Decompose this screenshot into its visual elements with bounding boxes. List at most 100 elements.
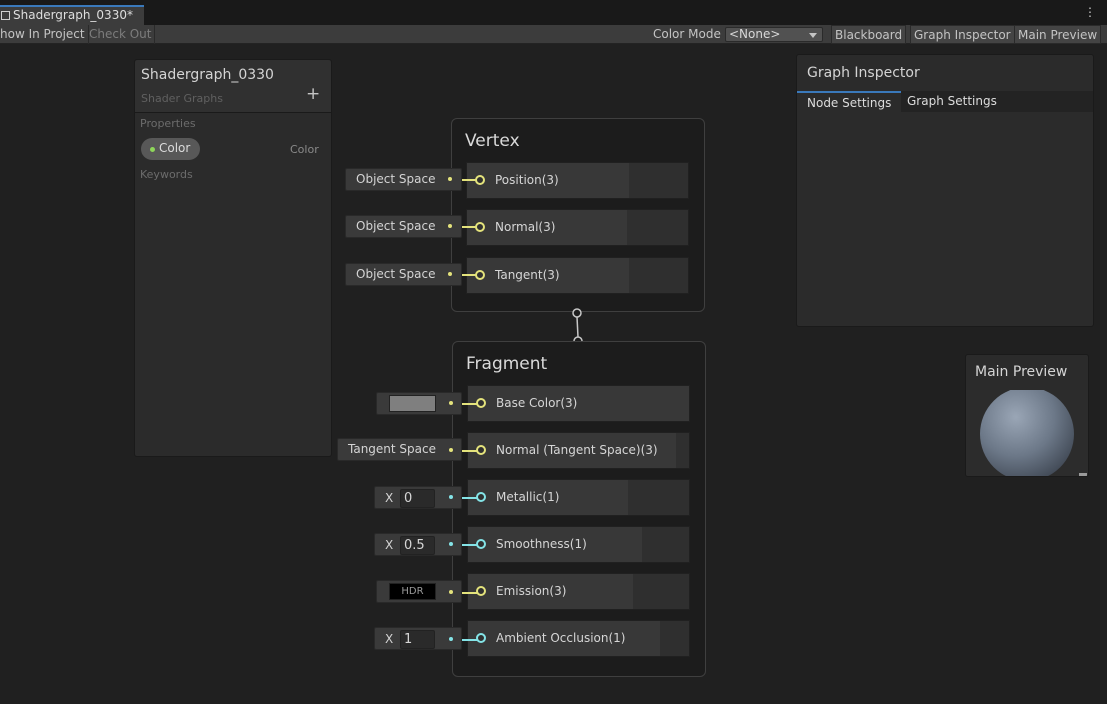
block-label: Emission(3) <box>496 584 567 598</box>
keywords-section-label: Keywords <box>140 168 193 181</box>
space-input-normal-ts[interactable]: Tangent Space <box>337 438 462 461</box>
shader-graph-icon <box>1 11 10 20</box>
block-label: Normal(3) <box>495 220 556 234</box>
block-preview-area <box>660 621 689 656</box>
metallic-value-field[interactable]: 0 <box>400 489 435 508</box>
output-dot <box>449 401 453 405</box>
graph-toolbar: how In Project Check Out Color Mode <Non… <box>0 25 1107 44</box>
connection-wire <box>462 403 477 405</box>
color-mode-value: <None> <box>729 27 781 41</box>
block-preview-area <box>627 210 688 245</box>
block-preview-area <box>628 480 689 515</box>
smoothness-value-field[interactable]: 0.5 <box>400 536 435 555</box>
x-label: X <box>385 491 394 505</box>
check-out-button[interactable]: Check Out <box>86 25 156 44</box>
connection-wire <box>462 226 476 228</box>
output-dot <box>449 542 453 546</box>
connection-wire <box>462 592 477 594</box>
color-mode-dropdown[interactable]: <None> <box>725 27 823 42</box>
blackboard-panel[interactable]: Shadergraph_0330 Shader Graphs + Propert… <box>134 59 332 457</box>
property-pill-color[interactable]: Color <box>141 138 200 160</box>
main-preview-title: Main Preview <box>975 364 1068 380</box>
main-preview-panel[interactable]: Main Preview <box>965 354 1089 477</box>
input-port[interactable] <box>476 539 486 549</box>
block-preview-area <box>629 163 688 198</box>
block-base-color[interactable]: Base Color(3) <box>467 385 690 422</box>
block-label: Position(3) <box>495 173 559 187</box>
kebab-menu-icon[interactable]: ⋮ <box>1084 6 1096 18</box>
x-label: X <box>385 632 394 646</box>
blackboard-header: Shadergraph_0330 Shader Graphs + <box>135 60 331 113</box>
tab-title: Shadergraph_0330* <box>13 8 133 22</box>
block-preview-area <box>629 258 688 293</box>
hdr-color-swatch[interactable]: HDR <box>389 583 436 600</box>
block-smoothness[interactable]: Smoothness(1) <box>467 526 690 563</box>
space-input-normal[interactable]: Object Space <box>345 215 462 238</box>
tab-shadergraph[interactable]: Shadergraph_0330* <box>0 5 144 25</box>
block-normal[interactable]: Normal(3) <box>466 209 689 246</box>
input-port[interactable] <box>475 222 485 232</box>
inspector-tab-bar: Node Settings Graph Settings <box>797 91 1093 112</box>
graph-inspector-panel[interactable]: Graph Inspector Node Settings Graph Sett… <box>796 54 1094 327</box>
connection-wire <box>462 179 476 181</box>
block-label: Smoothness(1) <box>496 537 587 551</box>
show-in-project-button[interactable]: how In Project <box>0 25 89 44</box>
add-property-button[interactable]: + <box>306 84 320 104</box>
connection-wire <box>462 639 477 641</box>
graph-inspector-toggle-button[interactable]: Graph Inspector <box>910 25 1015 44</box>
properties-section-label: Properties <box>140 117 196 130</box>
input-port[interactable] <box>475 175 485 185</box>
connection-wire <box>462 274 476 276</box>
preview-viewport[interactable] <box>966 387 1088 476</box>
block-label: Base Color(3) <box>496 396 578 410</box>
input-port[interactable] <box>476 398 486 408</box>
block-preview-area <box>642 527 689 562</box>
connection-wire <box>462 450 477 452</box>
main-preview-toggle-button[interactable]: Main Preview <box>1014 25 1102 44</box>
blackboard-subtitle[interactable]: Shader Graphs <box>141 92 223 105</box>
block-emission[interactable]: Emission(3) <box>467 573 690 610</box>
tab-node-settings[interactable]: Node Settings <box>797 91 902 112</box>
input-port[interactable] <box>476 633 486 643</box>
output-dot <box>449 590 453 594</box>
input-port[interactable] <box>476 586 486 596</box>
output-dot <box>448 272 452 276</box>
output-dot <box>448 224 452 228</box>
tab-graph-settings[interactable]: Graph Settings <box>897 91 1007 112</box>
ambient-occlusion-value-field[interactable]: 1 <box>400 630 435 649</box>
block-normal-tangent-space[interactable]: Normal (Tangent Space)(3) <box>467 432 690 469</box>
input-port[interactable] <box>475 270 485 280</box>
blackboard-toggle-button[interactable]: Blackboard <box>831 25 907 44</box>
property-type: Color <box>290 143 319 156</box>
exposed-dot-icon <box>150 147 155 152</box>
block-tangent[interactable]: Tangent(3) <box>466 257 689 294</box>
color-swatch[interactable] <box>389 395 436 412</box>
block-label: Tangent(3) <box>495 268 560 282</box>
output-dot <box>449 495 453 499</box>
input-port[interactable] <box>476 492 486 502</box>
output-dot <box>449 637 453 641</box>
space-input-tangent[interactable]: Object Space <box>345 263 462 286</box>
color-mode-label: Color Mode <box>653 27 721 41</box>
space-input-position[interactable]: Object Space <box>345 168 462 191</box>
x-label: X <box>385 538 394 552</box>
vertex-title: Vertex <box>465 131 520 151</box>
graph-inspector-title: Graph Inspector <box>807 65 920 81</box>
input-port[interactable] <box>476 445 486 455</box>
block-position[interactable]: Position(3) <box>466 162 689 199</box>
tab-bar: Shadergraph_0330* ⋮ <box>0 0 1107 25</box>
block-label: Normal (Tangent Space)(3) <box>496 443 658 457</box>
connection-wire <box>462 544 477 546</box>
block-preview-area <box>676 433 689 468</box>
preview-sphere <box>980 387 1087 476</box>
output-dot <box>449 448 453 452</box>
property-name: Color <box>159 141 191 155</box>
block-label: Ambient Occlusion(1) <box>496 631 626 645</box>
blackboard-title: Shadergraph_0330 <box>141 67 274 83</box>
block-metallic[interactable]: Metallic(1) <box>467 479 690 516</box>
dropdown-arrow-icon <box>809 33 817 38</box>
block-label: Metallic(1) <box>496 490 560 504</box>
output-dot <box>448 177 452 181</box>
block-ambient-occlusion[interactable]: Ambient Occlusion(1) <box>467 620 690 657</box>
connection-wire <box>462 497 477 499</box>
